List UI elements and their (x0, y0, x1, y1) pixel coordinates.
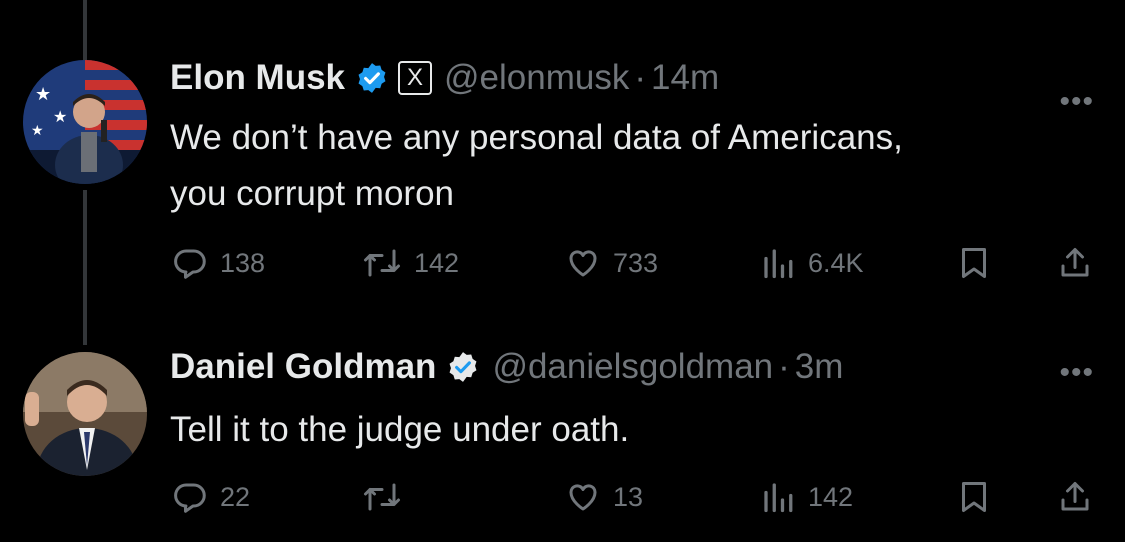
repost-icon (362, 479, 402, 515)
bookmark-icon (956, 245, 992, 281)
views-button[interactable]: 6.4K (760, 243, 864, 283)
reply-icon (172, 245, 208, 281)
action-bar: 22 13 142 (170, 477, 1095, 517)
svg-text:★: ★ (53, 107, 67, 126)
author-handle[interactable]: @elonmusk (444, 58, 629, 98)
repost-count: 142 (414, 247, 460, 278)
repost-icon (362, 245, 402, 281)
like-count: 733 (613, 247, 659, 278)
tweet-text: Tell it to the judge under oath. (170, 402, 1100, 458)
verified-badge-icon (355, 61, 389, 95)
views-icon (760, 479, 796, 515)
bookmark-icon (956, 479, 992, 515)
like-button[interactable]: 733 (565, 243, 658, 283)
share-button[interactable] (1057, 477, 1093, 517)
more-icon[interactable]: ••• (1059, 356, 1094, 390)
tweet-text-line: We don’t have any personal data of Ameri… (170, 118, 903, 157)
tweet-header: Daniel Goldman @danielsgoldman · 3m (170, 347, 843, 387)
like-button[interactable]: 13 (565, 477, 643, 517)
reply-icon (172, 479, 208, 515)
views-count: 6.4K (808, 247, 864, 278)
tweet-text-line: you corrupt moron (170, 174, 455, 213)
x-affiliate-icon[interactable]: X (398, 61, 433, 95)
svg-text:★: ★ (31, 123, 44, 139)
repost-button[interactable] (362, 477, 414, 517)
separator-dot: · (778, 347, 790, 386)
timestamp[interactable]: 3m (795, 347, 844, 387)
reply-button[interactable]: 138 (172, 243, 265, 283)
share-icon (1057, 479, 1093, 515)
like-icon (565, 245, 601, 281)
like-icon (565, 479, 601, 515)
tweet-daniel-goldman[interactable]: Daniel Goldman @danielsgoldman · 3m ••• … (0, 330, 1125, 542)
timestamp[interactable]: 14m (651, 58, 719, 98)
author-name[interactable]: Daniel Goldman (170, 347, 436, 387)
tweet-text-line: Tell it to the judge under oath. (170, 410, 630, 449)
separator-dot: · (634, 58, 647, 97)
repost-button[interactable]: 142 (362, 243, 459, 283)
bookmark-button[interactable] (956, 477, 992, 517)
reply-count: 22 (220, 481, 251, 512)
avatar[interactable] (23, 352, 147, 476)
author-handle[interactable]: @danielsgoldman (492, 347, 773, 387)
reply-button[interactable]: 22 (172, 477, 250, 517)
verified-badge-icon (446, 350, 480, 384)
author-name[interactable]: Elon Musk (170, 58, 345, 98)
like-count: 13 (613, 481, 644, 512)
reply-count: 138 (220, 247, 266, 278)
avatar[interactable]: ★ ★ ★ (23, 60, 147, 184)
svg-text:★: ★ (35, 84, 51, 105)
share-icon (1057, 245, 1093, 281)
tweet-elon-musk[interactable]: ★ ★ ★ Elon Musk X @elonmusk · 14m ••• We… (0, 0, 1125, 330)
tweet-text: We don’t have any personal data of Ameri… (170, 110, 1100, 222)
action-bar: 138 142 733 6.4K (170, 243, 1095, 283)
share-button[interactable] (1057, 243, 1093, 283)
views-count: 142 (808, 481, 854, 512)
bookmark-button[interactable] (956, 243, 992, 283)
views-icon (760, 245, 796, 281)
views-button[interactable]: 142 (760, 477, 853, 517)
tweet-header: Elon Musk X @elonmusk · 14m (170, 58, 719, 98)
